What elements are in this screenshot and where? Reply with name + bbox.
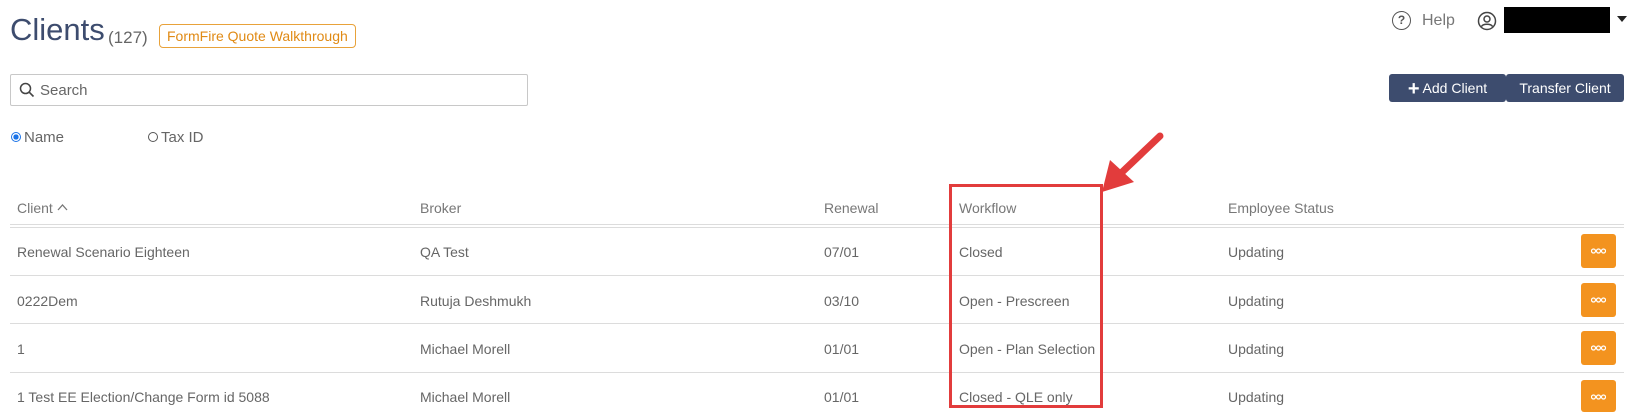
search-box[interactable]	[10, 74, 528, 106]
cell-client[interactable]: 1 Test EE Election/Change Form id 5088	[17, 389, 270, 405]
cell-employee-status: Updating	[1228, 389, 1285, 405]
column-header-client-label: Client	[17, 200, 53, 216]
row-actions-button[interactable]	[1581, 234, 1616, 268]
cell-renewal: 03/10	[824, 293, 860, 309]
more-dots-icon	[1591, 248, 1606, 254]
radio-tax-id[interactable]	[148, 132, 158, 142]
cell-broker: Michael Morell	[420, 389, 511, 405]
row-divider	[10, 275, 1624, 276]
column-header-renewal[interactable]: Renewal	[824, 200, 878, 216]
help-link[interactable]: Help	[1422, 12, 1455, 30]
radio-tax-id-label[interactable]: Tax ID	[161, 129, 204, 146]
cell-renewal: 01/01	[824, 389, 860, 405]
add-client-button[interactable]: + Add Client	[1389, 74, 1506, 102]
cell-renewal: 07/01	[824, 244, 860, 260]
column-header-employee-status[interactable]: Employee Status	[1228, 200, 1334, 216]
header-divider	[10, 224, 1624, 225]
formfire-walkthrough-button[interactable]: FormFire Quote Walkthrough	[159, 24, 356, 48]
row-divider	[10, 323, 1624, 324]
row-actions-button[interactable]	[1581, 283, 1616, 317]
search-input[interactable]	[40, 79, 510, 101]
search-icon	[19, 82, 35, 98]
cell-employee-status: Updating	[1228, 293, 1285, 309]
more-dots-icon	[1591, 394, 1606, 400]
page-title: Clients	[10, 12, 105, 47]
column-header-client[interactable]: Client	[17, 200, 68, 216]
row-actions-button[interactable]	[1581, 331, 1616, 365]
user-circle-icon[interactable]	[1477, 11, 1497, 31]
workflow-column-highlight	[949, 184, 1103, 408]
header-divider	[10, 227, 1624, 228]
radio-name-label[interactable]: Name	[24, 129, 64, 146]
plus-icon: +	[1407, 78, 1420, 100]
cell-renewal: 01/01	[824, 341, 860, 357]
client-count: (127)	[108, 28, 148, 47]
cell-client[interactable]: 1	[17, 341, 25, 357]
user-menu-caret-icon[interactable]	[1617, 16, 1627, 22]
cell-broker: QA Test	[420, 244, 469, 260]
help-circle-icon[interactable]: ?	[1392, 11, 1411, 30]
cell-employee-status: Updating	[1228, 341, 1285, 357]
cell-client[interactable]: 0222Dem	[17, 293, 78, 309]
transfer-client-button[interactable]: Transfer Client	[1506, 74, 1624, 102]
cell-employee-status: Updating	[1228, 244, 1285, 260]
column-header-broker[interactable]: Broker	[420, 200, 461, 216]
row-divider	[10, 372, 1624, 373]
chevron-up-icon	[57, 204, 68, 211]
radio-name[interactable]	[11, 132, 21, 142]
user-name-redacted[interactable]	[1504, 7, 1610, 33]
add-client-label: Add Client	[1422, 80, 1488, 96]
cell-client[interactable]: Renewal Scenario Eighteen	[17, 244, 190, 260]
cell-broker: Michael Morell	[420, 341, 511, 357]
row-actions-button[interactable]	[1581, 380, 1616, 412]
more-dots-icon	[1591, 297, 1606, 303]
annotation-arrow-icon	[1102, 132, 1164, 192]
cell-broker: Rutuja Deshmukh	[420, 293, 532, 309]
more-dots-icon	[1591, 345, 1606, 351]
